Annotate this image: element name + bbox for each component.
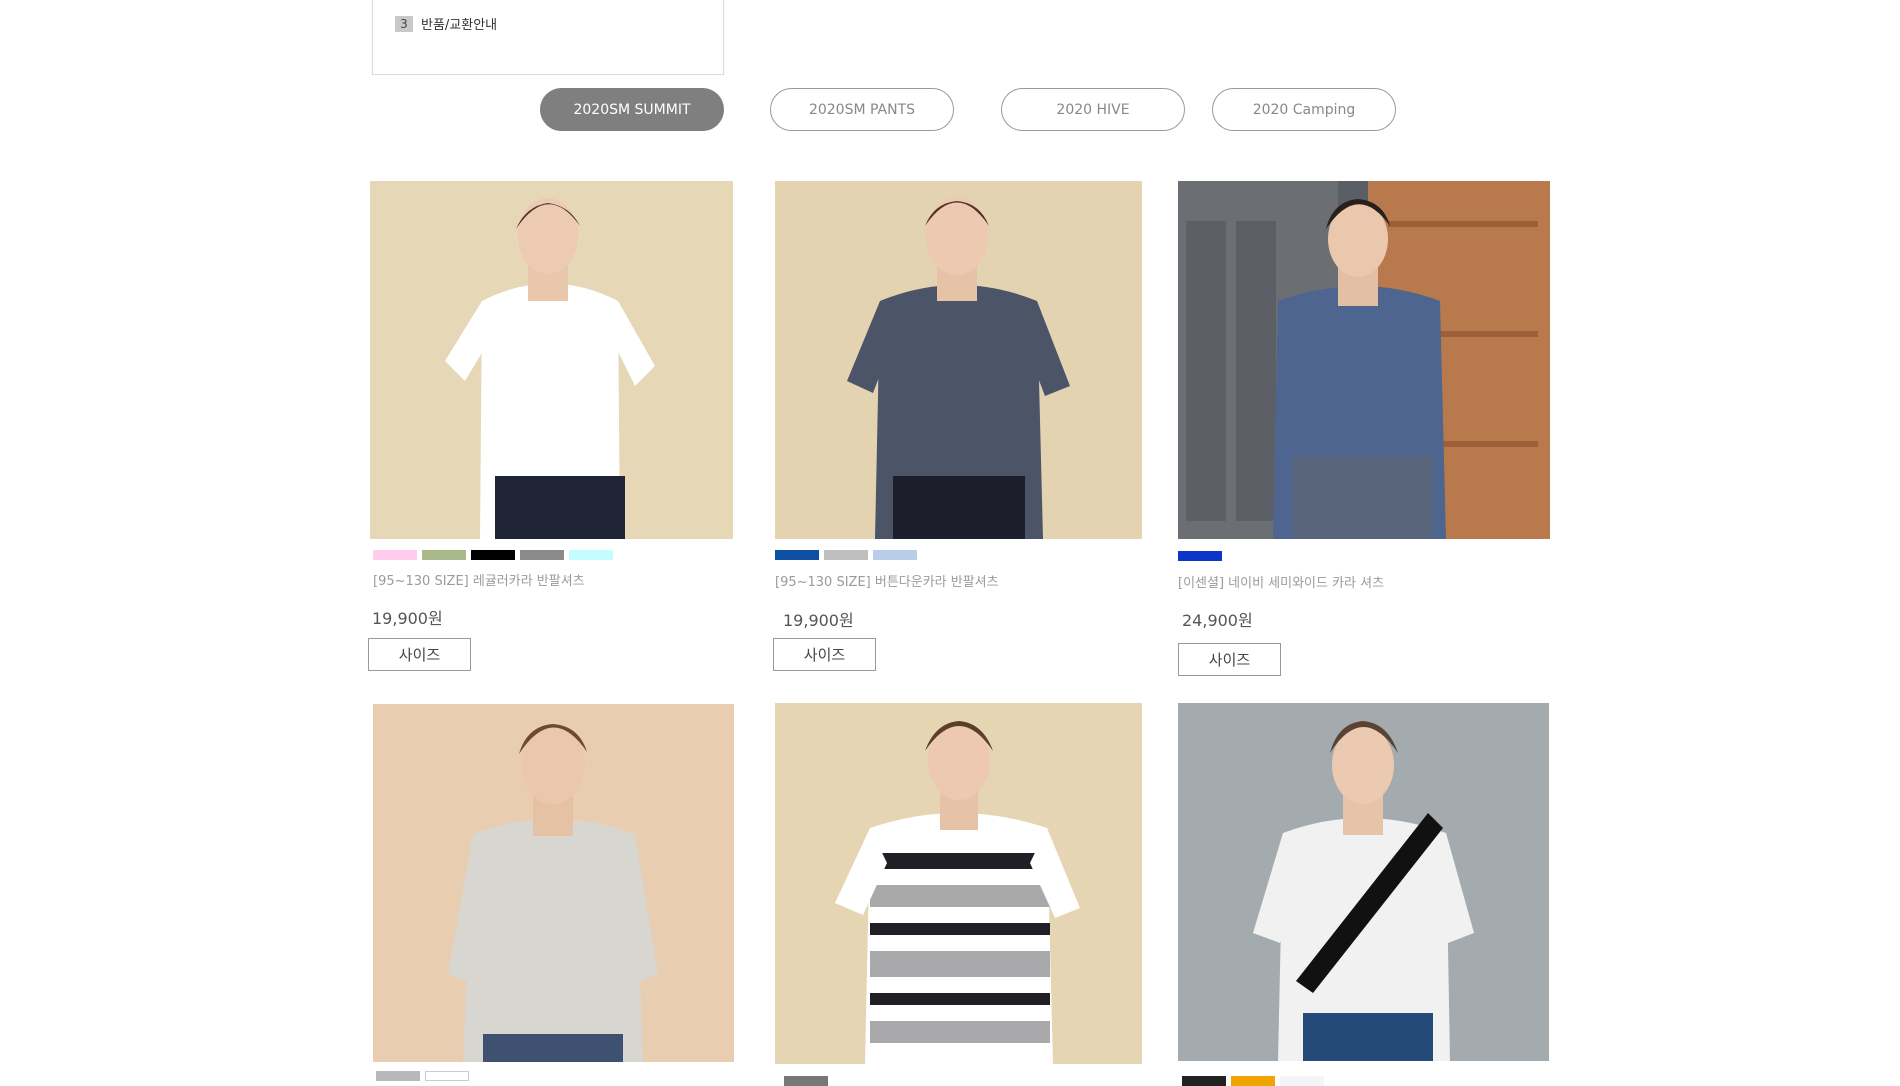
product-photo[interactable]	[775, 181, 1142, 539]
product-price: 19,900원	[372, 609, 443, 628]
color-swatch[interactable]	[784, 1076, 828, 1086]
product-photo[interactable]	[370, 181, 733, 539]
product-price: 24,900원	[1182, 611, 1253, 630]
tab-2020-hive[interactable]: 2020 HIVE	[1001, 88, 1185, 131]
size-button[interactable]: 사이즈	[1178, 643, 1281, 676]
product-name[interactable]: [이센셜] 네이비 세미와이드 카라 셔츠	[1178, 572, 1384, 591]
color-swatch[interactable]	[422, 550, 466, 560]
color-swatches	[784, 1076, 828, 1086]
color-swatch[interactable]	[775, 550, 819, 560]
product-name[interactable]: [95~130 SIZE] 레귤러카라 반팔셔츠	[373, 570, 585, 589]
notice-label: 반품/교환안내	[421, 18, 498, 33]
size-button[interactable]: 사이즈	[368, 638, 471, 671]
color-swatch[interactable]	[1280, 1076, 1324, 1086]
product-photo[interactable]	[775, 703, 1142, 1064]
color-swatches	[373, 550, 613, 560]
product-photo[interactable]	[1178, 703, 1549, 1061]
notice-number-badge: 3	[395, 15, 413, 32]
notice-item-return-exchange[interactable]: 3 반품/교환안내	[395, 14, 497, 33]
tab-2020sm-pants[interactable]: 2020SM PANTS	[770, 88, 954, 131]
color-swatch[interactable]	[425, 1071, 469, 1081]
color-swatch[interactable]	[373, 550, 417, 560]
color-swatch[interactable]	[1182, 1076, 1226, 1086]
product-name[interactable]: [95~130 SIZE] 버튼다운카라 반팔셔츠	[775, 571, 999, 590]
color-swatch[interactable]	[471, 550, 515, 560]
product-photo[interactable]	[1178, 181, 1550, 539]
color-swatch[interactable]	[873, 550, 917, 560]
product-photo[interactable]	[373, 704, 734, 1062]
tab-2020-camping[interactable]: 2020 Camping	[1212, 88, 1396, 131]
color-swatch[interactable]	[1178, 551, 1222, 561]
color-swatches	[1182, 1076, 1324, 1086]
color-swatches	[775, 550, 917, 560]
size-button[interactable]: 사이즈	[773, 638, 876, 671]
color-swatch[interactable]	[520, 550, 564, 560]
tab-2020sm-summit[interactable]: 2020SM SUMMIT	[540, 88, 724, 131]
color-swatch[interactable]	[376, 1071, 420, 1081]
color-swatches	[376, 1071, 469, 1081]
product-price: 19,900원	[783, 611, 854, 630]
color-swatch[interactable]	[824, 550, 868, 560]
color-swatch[interactable]	[1231, 1076, 1275, 1086]
color-swatch[interactable]	[569, 550, 613, 560]
notice-box: 3 반품/교환안내	[372, 0, 724, 75]
color-swatches	[1178, 551, 1222, 561]
